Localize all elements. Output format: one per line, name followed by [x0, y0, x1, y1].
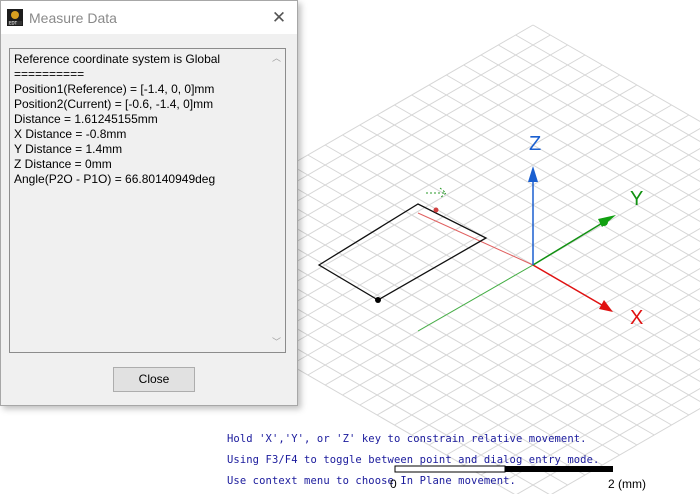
- hint-toggle-entry-mode: Using F3/F4 to toggle between point and …: [227, 454, 600, 466]
- svg-text:EDT: EDT: [9, 21, 18, 26]
- grid-line: [411, 268, 700, 436]
- sketch-rectangle[interactable]: [317, 203, 488, 301]
- measure-output-box[interactable]: Reference coordinate system is Global ==…: [9, 48, 286, 353]
- grid-line: [498, 368, 700, 486]
- measure-line-green: [417, 264, 534, 332]
- grid-line: [376, 228, 700, 416]
- grid-line: [394, 104, 700, 282]
- measure-line-red: [417, 212, 534, 266]
- grid-line: [411, 94, 700, 262]
- reference-point: [433, 207, 439, 213]
- y-axis-line: [532, 221, 605, 266]
- grid-line: [307, 148, 700, 376]
- scale-start-label: 0: [390, 477, 397, 491]
- output-line: Distance = 1.61245155mm: [14, 112, 158, 126]
- output-line: X Distance = -0.8mm: [14, 127, 127, 141]
- output-line: Reference coordinate system is Global: [14, 52, 221, 66]
- close-button[interactable]: Close: [113, 367, 195, 392]
- scroll-up-icon[interactable]: ︿: [271, 53, 282, 64]
- vertical-scrollbar[interactable]: ︿ ﹀: [268, 49, 285, 352]
- dialog-title: Measure Data: [29, 10, 117, 26]
- z-axis-label: Z: [529, 133, 541, 155]
- close-icon[interactable]: ✕: [267, 7, 291, 29]
- hint-in-plane-movement: Use context menu to choose In Plane move…: [227, 475, 516, 487]
- x-axis-line: [532, 264, 608, 309]
- output-line: ==========: [14, 67, 85, 81]
- grid-line: [480, 54, 700, 182]
- app-icon: EDT: [7, 9, 23, 26]
- grid-line: [498, 44, 700, 162]
- scroll-down-icon[interactable]: ﹀: [271, 337, 282, 348]
- x-axis-arrow: [599, 300, 613, 312]
- dialog-titlebar[interactable]: EDT Measure Data ✕: [1, 1, 297, 34]
- hint-constrain-movement: Hold 'X','Y', or 'Z' key to constrain re…: [227, 433, 587, 445]
- grid-line: [359, 208, 700, 406]
- measure-data-dialog[interactable]: EDT Measure Data ✕ Reference coordinate …: [0, 0, 298, 406]
- output-line: Angle(P2O - P1O) = 66.80140949deg: [14, 172, 216, 186]
- scale-bar-black: [505, 466, 613, 472]
- scale-end-label: 2 (mm): [608, 477, 646, 491]
- y-axis-label: Y: [630, 188, 643, 210]
- grid-line: [394, 248, 700, 426]
- x-axis-label: X: [630, 307, 643, 329]
- output-line: Z Distance = 0mm: [14, 157, 112, 171]
- grid-line: [532, 24, 700, 122]
- z-axis-arrow: [528, 166, 538, 182]
- grid-line: [359, 124, 700, 322]
- output-line: Position1(Reference) = [-1.4, 0, 0]mm: [14, 82, 215, 96]
- snap-point: [375, 297, 381, 303]
- y-axis-dot: [600, 218, 608, 226]
- output-line: Position2(Current) = [-0.6, -1.4, 0]mm: [14, 97, 214, 111]
- scale-bar-white: [394, 465, 506, 473]
- output-line: Y Distance = 1.4mm: [14, 142, 123, 156]
- measure-output-text: Reference coordinate system is Global ==…: [14, 52, 266, 187]
